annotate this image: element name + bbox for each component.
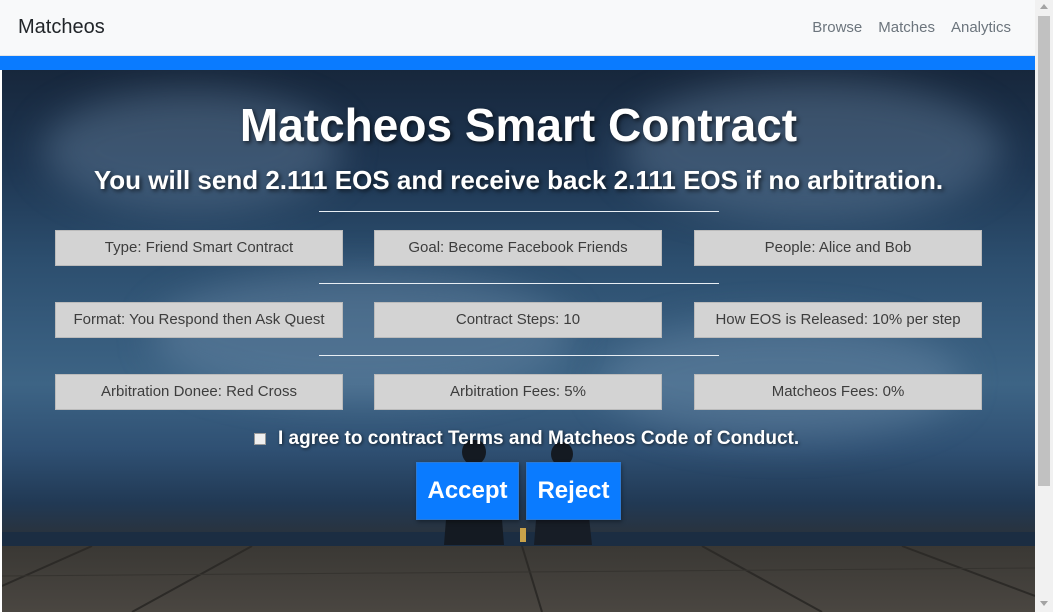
- accent-bar: [0, 56, 1035, 70]
- accept-button[interactable]: Accept: [416, 462, 519, 520]
- agree-terms-checkbox[interactable]: [254, 433, 266, 445]
- contract-steps-field[interactable]: Contract Steps: 10: [374, 302, 662, 338]
- brand-link[interactable]: Matcheos: [18, 16, 105, 39]
- nav-link-analytics[interactable]: Analytics: [951, 19, 1011, 36]
- reject-button[interactable]: Reject: [526, 462, 621, 520]
- matcheos-fees-field[interactable]: Matcheos Fees: 0%: [694, 374, 982, 410]
- agree-terms-row: I agree to contract Terms and Matcheos C…: [254, 428, 799, 450]
- nav-link-browse[interactable]: Browse: [812, 19, 862, 36]
- contract-type-field[interactable]: Type: Friend Smart Contract: [55, 230, 343, 266]
- divider: [319, 283, 719, 284]
- hero-section: Matcheos Smart Contract You will send 2.…: [2, 70, 1035, 612]
- nav-link-matches[interactable]: Matches: [878, 19, 935, 36]
- eos-release-field[interactable]: How EOS is Released: 10% per step: [694, 302, 982, 338]
- nav-links: Browse Matches Analytics: [812, 19, 1011, 36]
- arbitration-donee-field[interactable]: Arbitration Donee: Red Cross: [55, 374, 343, 410]
- page-scrollbar[interactable]: [1035, 0, 1053, 612]
- agree-terms-label[interactable]: I agree to contract Terms and Matcheos C…: [278, 428, 799, 450]
- page-title: Matcheos Smart Contract: [239, 99, 798, 151]
- divider: [319, 211, 719, 212]
- navbar: Matcheos Browse Matches Analytics: [0, 0, 1035, 56]
- background-ground-lines: [2, 546, 1035, 612]
- contract-format-field[interactable]: Format: You Respond then Ask Quest: [55, 302, 343, 338]
- contract-goal-field[interactable]: Goal: Become Facebook Friends: [374, 230, 662, 266]
- contract-people-field[interactable]: People: Alice and Bob: [694, 230, 982, 266]
- divider: [319, 355, 719, 356]
- contract-summary: You will send 2.111 EOS and receive back…: [93, 165, 944, 195]
- arbitration-fees-field[interactable]: Arbitration Fees: 5%: [374, 374, 662, 410]
- scroll-down-arrow-icon[interactable]: [1040, 601, 1048, 606]
- scroll-up-arrow-icon[interactable]: [1040, 4, 1048, 9]
- scrollbar-thumb[interactable]: [1038, 16, 1050, 486]
